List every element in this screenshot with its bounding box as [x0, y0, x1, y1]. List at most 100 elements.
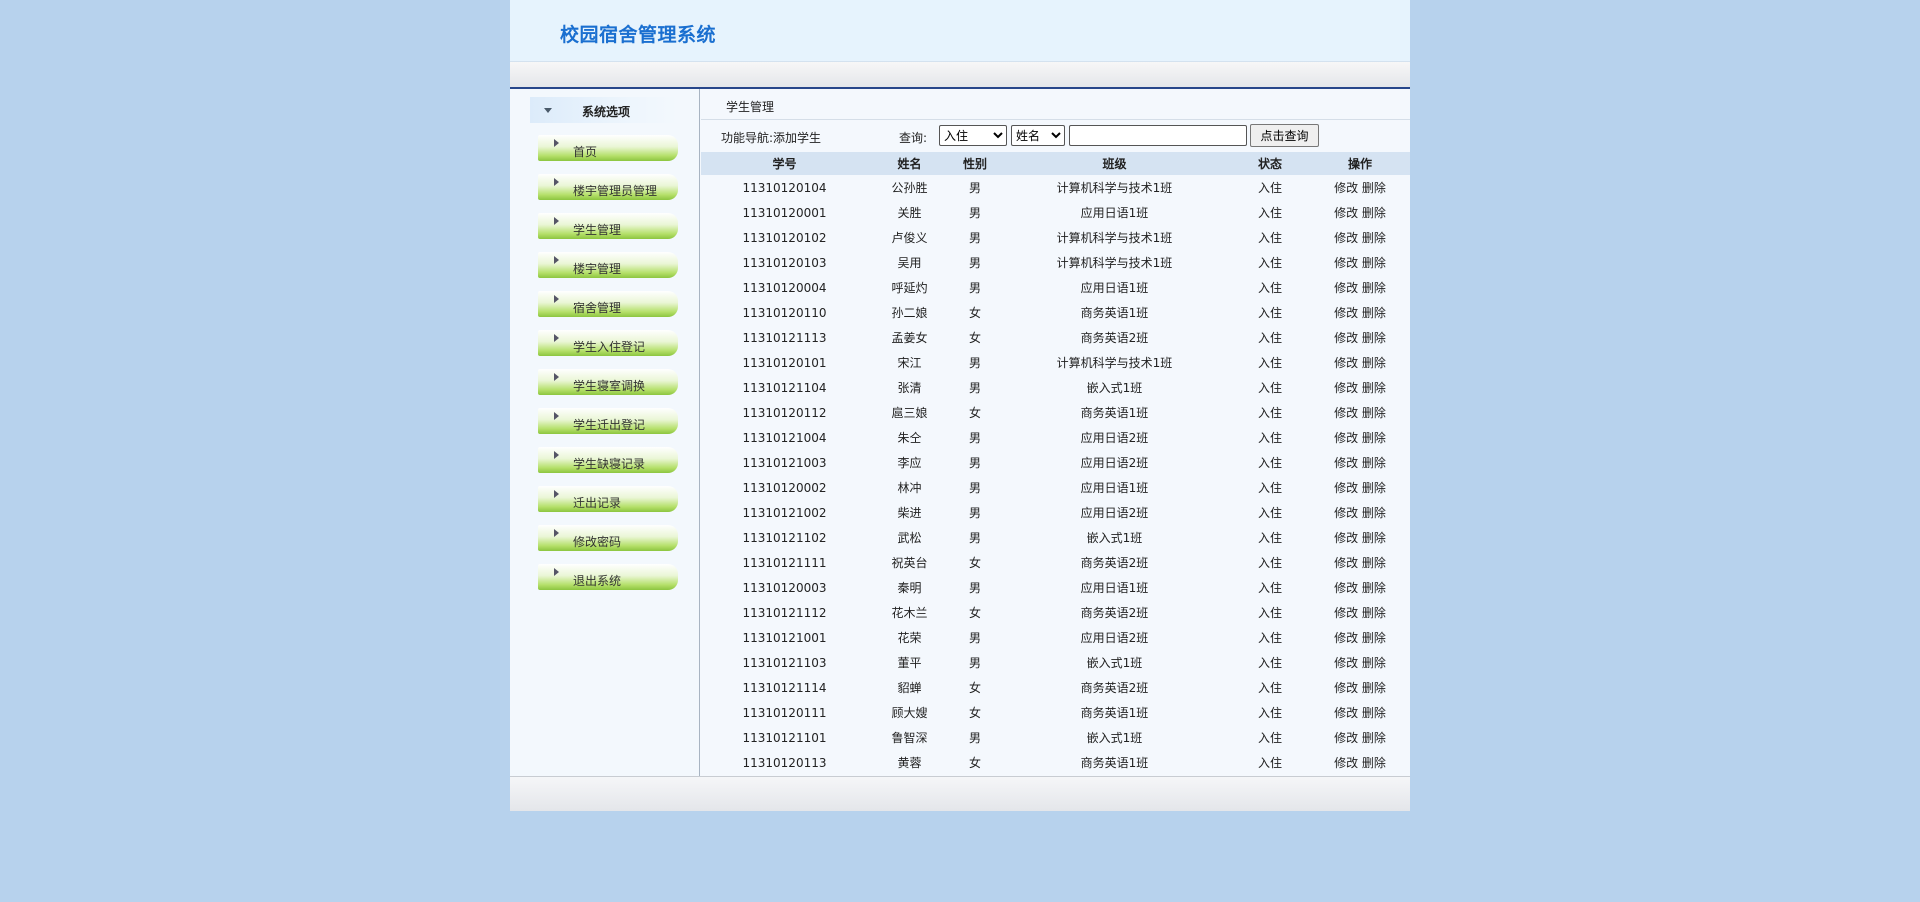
edit-link[interactable]: 修改 [1334, 181, 1358, 195]
edit-link[interactable]: 修改 [1334, 481, 1358, 495]
status-select[interactable]: 入住 [939, 125, 1007, 146]
delete-link[interactable]: 删除 [1362, 306, 1386, 320]
edit-link[interactable]: 修改 [1334, 406, 1358, 420]
table-row: 11310120001 关胜 男 应用日语1班 入住 修改 删除 [701, 200, 1410, 225]
search-input[interactable] [1069, 125, 1247, 146]
class-cell: 商务英语1班 [1080, 406, 1149, 420]
sidebar-item[interactable]: 学生缺寝记录 [538, 447, 678, 473]
delete-link[interactable]: 删除 [1362, 531, 1386, 545]
delete-link[interactable]: 删除 [1362, 356, 1386, 370]
sidebar-item[interactable]: 退出系统 [538, 564, 678, 590]
class-cell: 商务英语2班 [1080, 606, 1149, 620]
gender-cell: 男 [968, 581, 981, 595]
delete-link[interactable]: 删除 [1362, 631, 1386, 645]
edit-link[interactable]: 修改 [1334, 281, 1358, 295]
student-name-cell: 祝英台 [891, 556, 928, 570]
delete-link[interactable]: 删除 [1362, 456, 1386, 470]
class-cell: 商务英语1班 [1080, 306, 1149, 320]
edit-link[interactable]: 修改 [1334, 706, 1358, 720]
edit-link[interactable]: 修改 [1334, 381, 1358, 395]
delete-link[interactable]: 删除 [1362, 206, 1386, 220]
class-cell: 应用日语1班 [1080, 281, 1149, 295]
edit-link[interactable]: 修改 [1334, 656, 1358, 670]
delete-link[interactable]: 删除 [1362, 256, 1386, 270]
sidebar-item[interactable]: 修改密码 [538, 525, 678, 551]
delete-link[interactable]: 删除 [1362, 506, 1386, 520]
sidebar-item[interactable]: 迁出记录 [538, 486, 678, 512]
delete-link[interactable]: 删除 [1362, 181, 1386, 195]
edit-link[interactable]: 修改 [1334, 681, 1358, 695]
delete-link[interactable]: 删除 [1362, 406, 1386, 420]
table-row: 11310120111 顾大嫂 女 商务英语1班 入住 修改 删除 [701, 700, 1410, 725]
edit-link[interactable]: 修改 [1334, 331, 1358, 345]
breadcrumb: 学生管理 [701, 89, 1410, 120]
delete-link[interactable]: 删除 [1362, 381, 1386, 395]
class-cell: 应用日语2班 [1080, 506, 1149, 520]
edit-link[interactable]: 修改 [1334, 731, 1358, 745]
gender-cell: 男 [968, 206, 981, 220]
class-cell: 嵌入式1班 [1086, 656, 1143, 670]
student-name-cell: 武松 [897, 531, 922, 545]
sidebar-header[interactable]: 系统选项 [530, 97, 678, 123]
delete-link[interactable]: 删除 [1362, 431, 1386, 445]
edit-link[interactable]: 修改 [1334, 606, 1358, 620]
edit-link[interactable]: 修改 [1334, 306, 1358, 320]
delete-link[interactable]: 删除 [1362, 606, 1386, 620]
delete-link[interactable]: 删除 [1362, 556, 1386, 570]
delete-link[interactable]: 删除 [1362, 681, 1386, 695]
student-name-cell: 卢俊义 [891, 231, 928, 245]
sidebar-item[interactable]: 首页 [538, 135, 678, 161]
edit-link[interactable]: 修改 [1334, 631, 1358, 645]
actions-cell: 修改 删除 [1310, 175, 1410, 200]
delete-link[interactable]: 删除 [1362, 281, 1386, 295]
delete-link[interactable]: 删除 [1362, 231, 1386, 245]
edit-link[interactable]: 修改 [1334, 231, 1358, 245]
function-nav-link[interactable]: 功能导航:添加学生 [721, 129, 821, 146]
edit-link[interactable]: 修改 [1334, 206, 1358, 220]
delete-link[interactable]: 删除 [1362, 331, 1386, 345]
sidebar-item[interactable]: 学生迁出登记 [538, 408, 678, 434]
delete-link[interactable]: 删除 [1362, 706, 1386, 720]
status-cell: 入住 [1257, 256, 1282, 270]
gender-cell: 女 [968, 706, 981, 720]
sidebar-item[interactable]: 楼宇管理员管理 [538, 174, 678, 200]
student-name-cell: 张清 [897, 381, 922, 395]
caret-right-icon [554, 295, 559, 303]
delete-link[interactable]: 删除 [1362, 731, 1386, 745]
column-header: 学号 [701, 152, 868, 175]
sidebar-item[interactable]: 宿舍管理 [538, 291, 678, 317]
actions-cell: 修改 删除 [1310, 250, 1410, 275]
edit-link[interactable]: 修改 [1334, 456, 1358, 470]
student-name-cell: 黄蓉 [897, 756, 922, 770]
edit-link[interactable]: 修改 [1334, 506, 1358, 520]
field-select[interactable]: 姓名 [1011, 125, 1065, 146]
table-row: 11310120004 呼延灼 男 应用日语1班 入住 修改 删除 [701, 275, 1410, 300]
delete-link[interactable]: 删除 [1362, 581, 1386, 595]
edit-link[interactable]: 修改 [1334, 581, 1358, 595]
class-cell: 应用日语1班 [1080, 481, 1149, 495]
sidebar-item-label: 学生管理 [573, 223, 622, 237]
edit-link[interactable]: 修改 [1334, 531, 1358, 545]
delete-link[interactable]: 删除 [1362, 481, 1386, 495]
sidebar-item[interactable]: 楼宇管理 [538, 252, 678, 278]
student-id-cell: 11310121102 [742, 530, 827, 545]
sidebar-item[interactable]: 学生管理 [538, 213, 678, 239]
delete-link[interactable]: 删除 [1362, 656, 1386, 670]
edit-link[interactable]: 修改 [1334, 556, 1358, 570]
student-id-cell: 11310121002 [742, 505, 827, 520]
search-button[interactable]: 点击查询 [1250, 124, 1319, 147]
edit-link[interactable]: 修改 [1334, 431, 1358, 445]
student-name-cell: 公孙胜 [891, 181, 928, 195]
sidebar-item[interactable]: 学生入住登记 [538, 330, 678, 356]
student-name-cell: 花木兰 [891, 606, 928, 620]
edit-link[interactable]: 修改 [1334, 256, 1358, 270]
table-row: 11310121002 柴进 男 应用日语2班 入住 修改 删除 [701, 500, 1410, 525]
delete-link[interactable]: 删除 [1362, 756, 1386, 770]
gender-cell: 男 [968, 481, 981, 495]
edit-link[interactable]: 修改 [1334, 756, 1358, 770]
edit-link[interactable]: 修改 [1334, 356, 1358, 370]
student-id-cell: 11310121103 [742, 655, 827, 670]
sidebar-item[interactable]: 学生寝室调换 [538, 369, 678, 395]
student-name-cell: 吴用 [897, 256, 922, 270]
caret-right-icon [554, 412, 559, 420]
